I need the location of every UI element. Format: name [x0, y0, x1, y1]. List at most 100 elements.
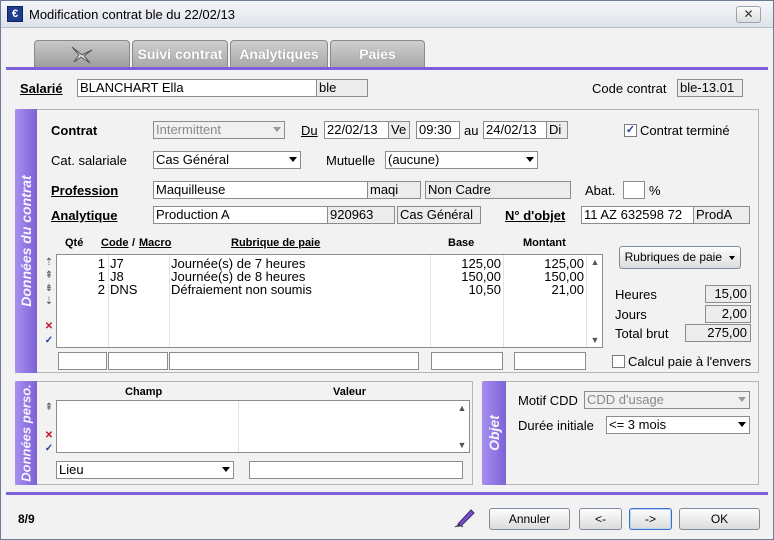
- row3-base: 10,50: [468, 282, 501, 297]
- star-icon: [71, 46, 93, 64]
- delete-icon[interactable]: ✕: [44, 431, 54, 441]
- objet-band-label: Objet: [486, 415, 502, 451]
- delete-icon[interactable]: ✕: [44, 322, 54, 332]
- move-up-icon[interactable]: ⇡: [44, 258, 54, 268]
- header-rubrique: Rubrique de paie: [231, 237, 321, 249]
- row3-montant: 21,00: [551, 282, 584, 297]
- scroll-up-icon[interactable]: ▲: [590, 257, 600, 267]
- window: € Modification contrat ble du 22/02/13 ✕…: [0, 0, 774, 540]
- entry-qte-field[interactable]: [58, 352, 107, 370]
- entry-rubrique-field[interactable]: [169, 352, 419, 370]
- abat-field[interactable]: [623, 181, 645, 199]
- app-icon: €: [7, 6, 23, 22]
- contrat-termine-checkbox[interactable]: ✓: [624, 124, 637, 137]
- perso-band-label: Données perso.: [18, 384, 34, 482]
- objet-code-field: ProdA: [693, 206, 750, 224]
- analytique-field[interactable]: Production A: [153, 206, 328, 224]
- next-button[interactable]: ->: [629, 508, 672, 530]
- scroll-up-icon[interactable]: ▲: [457, 403, 467, 413]
- footer-separator: [6, 492, 768, 495]
- contrat-label: Contrat: [51, 123, 98, 138]
- calcul-envers-checkbox[interactable]: [612, 355, 625, 368]
- pencil-icon[interactable]: [453, 506, 477, 528]
- mutuelle-value: (aucune): [388, 152, 440, 167]
- entry-base-field[interactable]: [431, 352, 503, 370]
- tab-strip: Suivi contrat Analytiques Paies: [1, 28, 773, 70]
- cat-salariale-label: Cat. salariale: [51, 153, 127, 168]
- paie-grid[interactable]: 1 J7 Journée(s) de 7 heures 125,00 125,0…: [56, 254, 603, 348]
- salarie-code-field: ble: [316, 79, 368, 97]
- contrat-select-value: Intermittent: [156, 122, 222, 137]
- profession-status-field: Non Cadre: [425, 181, 571, 199]
- heures-field: 15,00: [705, 285, 751, 303]
- du-label: Du: [301, 123, 318, 138]
- analytique-cat-field: Cas Général: [397, 206, 481, 224]
- close-button[interactable]: ✕: [736, 6, 761, 23]
- tab-analytiques[interactable]: Analytiques: [230, 40, 328, 67]
- objet-band: Objet: [482, 381, 506, 485]
- cat-salariale-select[interactable]: Cas Général: [153, 151, 301, 169]
- code-contrat-field: ble-13.01: [677, 79, 743, 97]
- percent-label: %: [649, 183, 661, 198]
- move-top-icon[interactable]: ⇞: [44, 271, 54, 281]
- perso-valeur-field[interactable]: [249, 461, 463, 479]
- move-top-icon[interactable]: ⇞: [44, 403, 54, 413]
- mutuelle-select[interactable]: (aucune): [385, 151, 538, 169]
- previous-button[interactable]: <-: [579, 508, 622, 530]
- code-contrat-label: Code contrat: [592, 81, 667, 96]
- profession-field[interactable]: Maquilleuse: [153, 181, 368, 199]
- mutuelle-label: Mutuelle: [326, 153, 376, 168]
- validate-icon[interactable]: ✓: [44, 444, 54, 454]
- page-indicator: 8/9: [18, 512, 35, 526]
- contract-band-label: Données du contrat: [18, 175, 34, 307]
- du-time-field[interactable]: 09:30: [416, 121, 460, 139]
- contract-band: Données du contrat: [15, 109, 37, 373]
- chevron-down-icon: [729, 255, 736, 260]
- tab-suivi-contrat[interactable]: Suivi contrat: [132, 40, 228, 67]
- header-champ: Champ: [125, 386, 163, 398]
- perso-band: Données perso.: [15, 381, 37, 485]
- tab-paies[interactable]: Paies: [330, 40, 425, 67]
- profession-label: Profession: [51, 183, 119, 198]
- chevron-down-icon: [526, 157, 534, 162]
- au-date-field[interactable]: 24/02/13: [483, 121, 547, 139]
- move-bottom-icon[interactable]: ⇟: [44, 284, 54, 294]
- chevron-down-icon: [738, 397, 746, 402]
- window-title: Modification contrat ble du 22/02/13: [29, 7, 235, 22]
- duree-initiale-select[interactable]: <= 3 mois: [606, 416, 750, 434]
- analytique-code-field: 920963: [327, 206, 395, 224]
- annuler-button[interactable]: Annuler: [489, 508, 570, 530]
- title-bar: € Modification contrat ble du 22/02/13 ✕: [1, 1, 773, 28]
- entry-code-field[interactable]: [108, 352, 168, 370]
- heures-label: Heures: [615, 287, 657, 302]
- contrat-select[interactable]: Intermittent: [153, 121, 285, 139]
- rubriques-button-label: Rubriques de paie: [624, 250, 723, 264]
- motif-cdd-select[interactable]: CDD d'usage: [584, 391, 750, 409]
- profession-code-field: maqi: [367, 181, 421, 199]
- scroll-down-icon[interactable]: ▼: [457, 440, 467, 450]
- cat-salariale-value: Cas Général: [156, 152, 229, 167]
- validate-icon[interactable]: ✓: [44, 336, 54, 346]
- row3-rubrique: Défraiement non soumis: [171, 282, 312, 297]
- total-brut-label: Total brut: [615, 326, 669, 341]
- perso-col-champ: [57, 401, 239, 452]
- motif-cdd-value: CDD d'usage: [587, 392, 664, 407]
- row3-code: DNS: [110, 282, 138, 297]
- du-date-field[interactable]: 22/02/13: [324, 121, 389, 139]
- calcul-envers-label: Calcul paie à l'envers: [628, 354, 752, 369]
- contrat-termine-label: Contrat terminé: [640, 123, 730, 138]
- header-montant: Montant: [523, 237, 566, 249]
- tab-general[interactable]: [34, 40, 130, 67]
- move-down-icon[interactable]: ⇣: [44, 297, 54, 307]
- duree-initiale-value: <= 3 mois: [609, 417, 667, 432]
- total-brut-field: 275,00: [685, 324, 751, 342]
- entry-montant-field[interactable]: [514, 352, 586, 370]
- jours-label: Jours: [615, 307, 647, 322]
- scroll-down-icon[interactable]: ▼: [590, 335, 600, 345]
- lieu-select[interactable]: Lieu: [56, 461, 234, 479]
- perso-grid[interactable]: ▲ ▼: [56, 400, 470, 453]
- rubriques-button[interactable]: Rubriques de paie: [619, 246, 741, 269]
- objet-field[interactable]: 11 AZ 632598 72: [581, 206, 694, 224]
- salarie-name-field[interactable]: BLANCHART Ella: [77, 79, 317, 97]
- ok-button[interactable]: OK: [679, 508, 760, 530]
